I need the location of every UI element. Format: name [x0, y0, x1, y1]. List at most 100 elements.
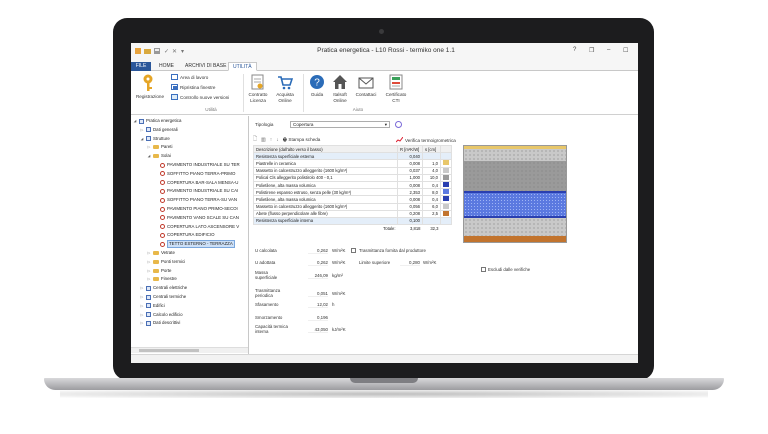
table-row[interactable]: Resistenza superficiale esterna 0,040: [253, 152, 452, 161]
verifica-termoigrometrica-button[interactable]: Verifica termoigrometrica: [396, 137, 456, 143]
tree-item[interactable]: COPERTURA LATO ASCENSORE V: [154, 224, 239, 230]
expand-toggle-icon[interactable]: ◢: [140, 136, 144, 142]
scrollbar-thumb[interactable]: [139, 349, 199, 352]
minimize-button[interactable]: –: [607, 47, 610, 53]
tree-item[interactable]: ▷ Dati descrittivi: [140, 320, 180, 326]
ripristina-button[interactable]: Ripristina finestre: [171, 84, 216, 90]
expand-toggle-icon[interactable]: ▷: [147, 276, 151, 282]
acquista-online-button[interactable]: Acquista Online: [273, 74, 297, 103]
contratto-licenza-button[interactable]: Contratto Licenza: [245, 74, 271, 103]
cross-section: [463, 145, 567, 243]
tab-utilita[interactable]: UTILITÀ: [228, 62, 257, 71]
expand-toggle-icon[interactable]: ▷: [140, 294, 144, 300]
tree-item[interactable]: PAVIMENTO INDUSTRIALE SU CAI: [154, 188, 238, 194]
check-icon[interactable]: ✓: [164, 48, 169, 55]
help-button[interactable]: ?: [573, 47, 576, 53]
expand-toggle-icon[interactable]: ▷: [147, 259, 151, 265]
tipologia-select[interactable]: Copertura ▾: [290, 121, 390, 128]
expand-toggle-icon[interactable]: ▷: [140, 312, 144, 318]
tab-file[interactable]: FILE: [131, 62, 151, 71]
tree-item[interactable]: ◢ Solai: [147, 153, 171, 159]
layer-swatch: [440, 159, 452, 168]
table-row[interactable]: Piastrelle in ceramica 0,008 1,0: [253, 159, 452, 168]
registrazione-button[interactable]: Registrazione: [134, 74, 166, 100]
table-row[interactable]: Polietilene, alta massa volumica 0,008 0,4: [253, 195, 452, 204]
tree-item[interactable]: ▷ Dati generali: [140, 127, 178, 133]
tree-item[interactable]: COPERTURA BAR-SALA MENSA-U: [154, 180, 238, 186]
cancel-icon[interactable]: ✕: [172, 48, 177, 55]
tree-item[interactable]: ◢ Pratica energetica: [133, 118, 181, 124]
camera-icon: [379, 29, 384, 34]
tree-item[interactable]: PAVIMENTO INDUSTRIALE SU TER: [154, 162, 240, 168]
controllo-versioni-button[interactable]: Controllo nuove versioni: [171, 94, 229, 100]
structure-icon: [160, 241, 165, 247]
table-row[interactable]: Polietilene, alta massa volumica 0,008 0,4: [253, 180, 452, 190]
expand-toggle-icon[interactable]: ▷: [140, 285, 144, 291]
app-window: ✓ ✕ ▾ Pratica energetica - L10 Rossi - t…: [131, 43, 638, 363]
tree-item[interactable]: ▷ Pareti: [147, 144, 172, 150]
expand-toggle-icon[interactable]: ▷: [140, 303, 144, 309]
stampa-scheda-button[interactable]: 🖶 Stampa scheda: [283, 136, 321, 144]
table-row[interactable]: Polistirene espanso estruso, senza pelle…: [253, 188, 452, 197]
tree-item[interactable]: ▷ Vetrate: [147, 250, 175, 256]
tree-item[interactable]: ▷ Ponti termici: [147, 259, 185, 265]
table-row[interactable]: Massetto in calcestruzzo alleggerito (16…: [253, 166, 452, 175]
tree-item[interactable]: SOFFITTO PIANO TERRA-SU VAN: [154, 197, 237, 203]
capacita-label-2: interna: [255, 329, 269, 334]
node-icon: [146, 136, 151, 142]
material-hatch-icon: [443, 182, 449, 188]
layer-swatch: [440, 188, 452, 197]
tipologia-value: Copertura: [293, 122, 314, 127]
restore-icon[interactable]: ❐: [589, 47, 594, 54]
expand-toggle-icon[interactable]: ▷: [147, 268, 151, 274]
tree-item[interactable]: SOFFITTO PIANO TERRA-PRIMO: [154, 171, 235, 177]
tree-item[interactable]: ▷ Porte: [147, 268, 172, 274]
table-row[interactable]: Resistenza superficiale interna 0,100: [253, 216, 452, 226]
tree-item[interactable]: ▷ Centrali elettriche: [140, 285, 187, 291]
info-icon[interactable]: [395, 121, 402, 128]
contattaci-button[interactable]: Contattaci: [353, 74, 379, 98]
delete-layer-icon[interactable]: ▥: [261, 137, 266, 143]
new-layer-icon[interactable]: 🗋: [253, 136, 257, 144]
total-label: Totale:: [383, 225, 396, 231]
open-icon[interactable]: [144, 48, 151, 56]
tree-hscrollbar[interactable]: [131, 347, 248, 353]
u-calcolata-label: U calcolata: [255, 248, 277, 253]
layer-description: Resistenza superficiale interna: [253, 216, 398, 226]
save-icon[interactable]: [154, 48, 160, 56]
tree-item[interactable]: ▷ Edifici: [140, 303, 165, 309]
expand-toggle-icon[interactable]: ▷: [140, 127, 144, 133]
certificato-cti-button[interactable]: Certificato CTI: [383, 74, 409, 103]
tree-item[interactable]: ▷ Finestre: [147, 276, 177, 282]
expand-toggle-icon[interactable]: ◢: [133, 118, 137, 124]
tree-item[interactable]: COPERTURA EDIFICIO: [154, 232, 215, 238]
tree-item[interactable]: ◢ Strutture: [140, 136, 170, 142]
escludi-verifiche-checkbox[interactable]: [481, 267, 486, 272]
maximize-button[interactable]: ☐: [623, 47, 628, 54]
tree-item[interactable]: ▷ Calcolo edificio: [140, 312, 183, 318]
trasmittanza-fornita-checkbox[interactable]: [351, 248, 356, 253]
table-row[interactable]: Massetto in calcestruzzo alleggerito (16…: [253, 202, 452, 211]
customize-icon[interactable]: ▾: [181, 48, 184, 55]
tab-archivi[interactable]: ARCHIVI DI BASE: [181, 62, 230, 71]
italsoft-online-button[interactable]: Italsoft Online: [329, 74, 351, 103]
table-row[interactable]: Abete (flusso perpendicolare alle fibre)…: [253, 209, 452, 218]
expand-toggle-icon[interactable]: ▷: [147, 250, 151, 256]
area-lavoro-button[interactable]: Area di lavoro: [171, 74, 208, 80]
expand-toggle-icon[interactable]: ▷: [140, 320, 144, 326]
tree-item[interactable]: ▷ Centrali termiche: [140, 294, 186, 300]
guida-button[interactable]: ? Guida: [307, 74, 327, 98]
arrow-down-icon[interactable]: ↓: [276, 137, 279, 143]
tree-item-label: Dati descrittivi: [153, 320, 181, 326]
tree-item-label: Dati generali: [153, 126, 178, 132]
expand-toggle-icon[interactable]: ▷: [147, 144, 151, 150]
tab-home[interactable]: HOME: [155, 62, 178, 71]
tree-item[interactable]: PAVIMENTO PIANO PRIMO-SECOI: [154, 206, 238, 212]
layers-toolbar: 🗋 ▥ ↑ ↓ 🖶 Stampa scheda: [253, 136, 320, 144]
capacita-termica-unit: kJ/m²K: [332, 327, 346, 332]
tree-item[interactable]: PAVIMENTO VANO SCALE SU CAN: [154, 215, 239, 221]
tree-item[interactable]: TETTO ESTERNO - TERRAZZA: [154, 240, 235, 249]
expand-toggle-icon[interactable]: ◢: [147, 153, 151, 159]
arrow-up-icon[interactable]: ↑: [270, 137, 273, 143]
table-row[interactable]: Polical Cls alleggerito polistirolo 400 …: [253, 173, 452, 182]
